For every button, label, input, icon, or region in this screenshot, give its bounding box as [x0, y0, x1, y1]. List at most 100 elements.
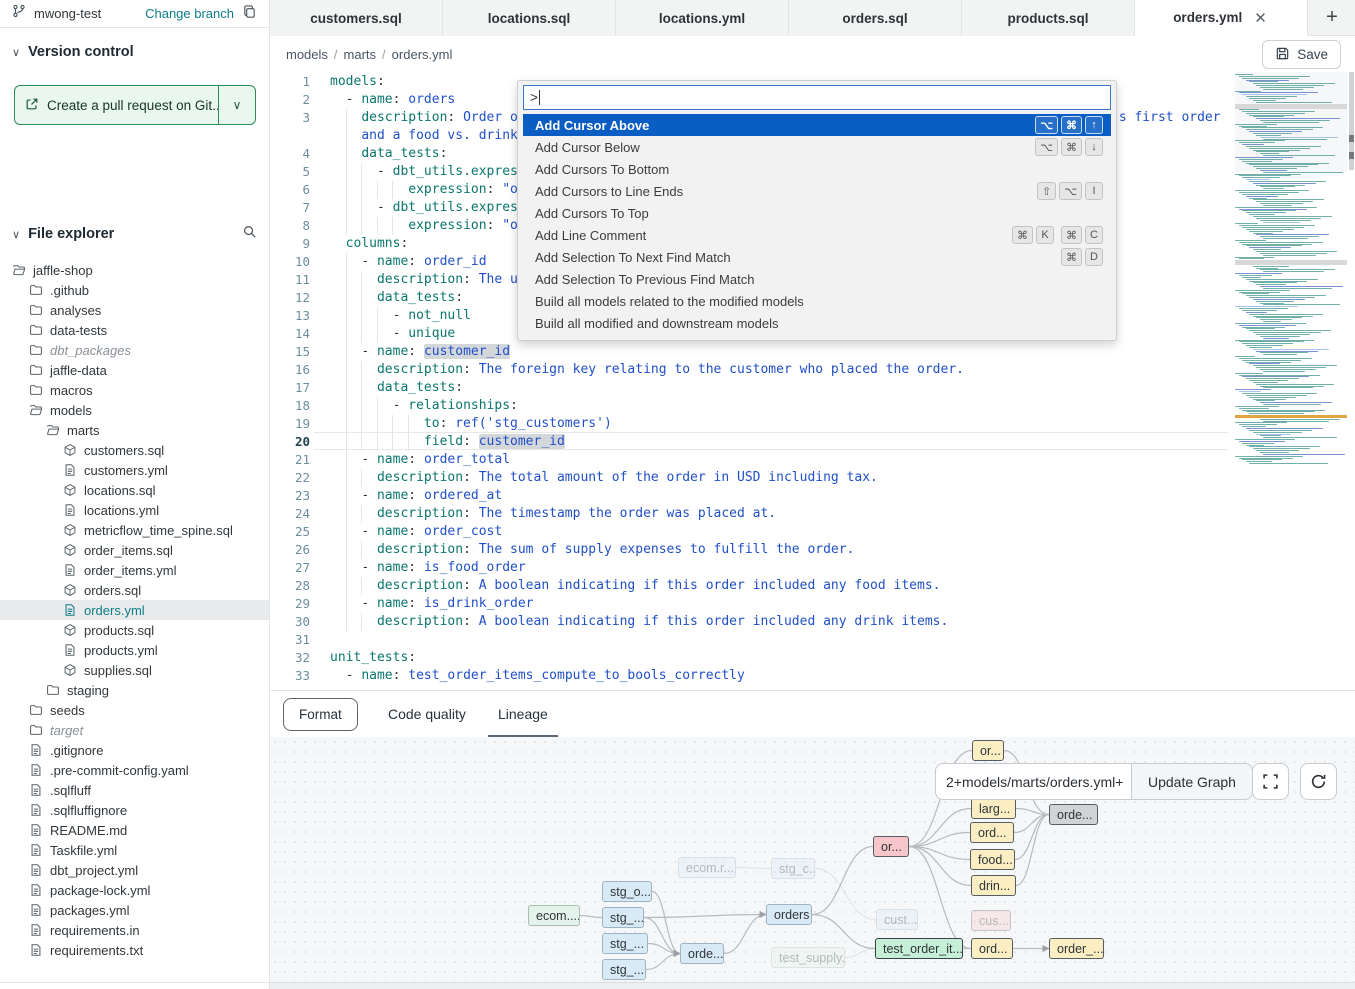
version-control-header[interactable]: ∨ Version control	[0, 40, 269, 64]
refresh-button[interactable]	[1300, 763, 1337, 800]
lineage-node-orders[interactable]: orders	[766, 904, 812, 925]
tree-item-locations-yml[interactable]: locations.yml	[0, 500, 269, 520]
tab-products-sql[interactable]: products.sql	[962, 0, 1135, 36]
tree-item-dbt-packages[interactable]: dbt_packages	[0, 340, 269, 360]
file-explorer-header[interactable]: ∨ File explorer	[0, 222, 269, 246]
palette-item-build-all-modified-and-downstream-models[interactable]: Build all modified and downstream models	[523, 312, 1111, 334]
tree-item--github[interactable]: .github	[0, 280, 269, 300]
tab-orders-sql[interactable]: orders.sql	[789, 0, 962, 36]
lineage-node-stg_3[interactable]: stg_...	[602, 933, 648, 954]
tree-item-target[interactable]: target	[0, 720, 269, 740]
tab-locations-yml[interactable]: locations.yml	[616, 0, 789, 36]
tree-item-seeds[interactable]: seeds	[0, 700, 269, 720]
tree-item-package-lock-yml[interactable]: package-lock.yml	[0, 880, 269, 900]
tree-item-label: order_items.yml	[84, 563, 176, 578]
minimap-line	[1260, 236, 1319, 237]
tree-item-jaffle-shop[interactable]: jaffle-shop	[0, 260, 269, 280]
minimap-separator	[1235, 104, 1347, 109]
palette-item-add-cursor-above[interactable]: Add Cursor Above⌥⌘↑	[523, 114, 1111, 136]
minimap[interactable]	[1235, 74, 1347, 474]
lineage-node-or_pink[interactable]: or...	[873, 836, 909, 857]
tree-item-staging[interactable]: staging	[0, 680, 269, 700]
palette-item-add-cursors-to-top[interactable]: Add Cursors To Top	[523, 202, 1111, 224]
tree-item-requirements-txt[interactable]: requirements.txt	[0, 940, 269, 960]
tree-item--pre-commit-config-yaml[interactable]: .pre-commit-config.yaml	[0, 760, 269, 780]
copy-branch-icon[interactable]	[242, 4, 257, 24]
tree-item-orders-yml[interactable]: orders.yml	[0, 600, 269, 620]
tab-lineage[interactable]: Lineage	[498, 691, 548, 737]
palette-item-add-selection-to-next-find-match[interactable]: Add Selection To Next Find Match⌘D	[523, 246, 1111, 268]
tree-item-order-items-yml[interactable]: order_items.yml	[0, 560, 269, 580]
lineage-node-or_top[interactable]: or...	[972, 740, 1004, 761]
create-pull-request-button[interactable]: Create a pull request on Git... ∨	[14, 85, 256, 125]
change-branch-link[interactable]: Change branch	[145, 6, 234, 21]
tree-item-orders-sql[interactable]: orders.sql	[0, 580, 269, 600]
tree-item-data-tests[interactable]: data-tests	[0, 320, 269, 340]
tree-item-models[interactable]: models	[0, 400, 269, 420]
lineage-node-stg_4[interactable]: stg_...	[602, 959, 646, 980]
tree-item--sqlfluff[interactable]: .sqlfluff	[0, 780, 269, 800]
folder-open-icon	[29, 403, 43, 417]
close-tab-icon[interactable]: ✕	[1252, 9, 1269, 27]
update-graph-button[interactable]: Update Graph	[1131, 763, 1253, 800]
lineage-node-larg[interactable]: larg...	[971, 798, 1016, 819]
palette-item-add-cursor-below[interactable]: Add Cursor Below⌥⌘↓	[523, 136, 1111, 158]
tree-item-readme-md[interactable]: README.md	[0, 820, 269, 840]
command-palette-input[interactable]: >	[523, 85, 1111, 110]
new-tab-button[interactable]: +	[1309, 0, 1355, 35]
tree-item--sqlfluffignore[interactable]: .sqlfluffignore	[0, 800, 269, 820]
tree-item-customers-sql[interactable]: customers.sql	[0, 440, 269, 460]
tree-item-packages-yml[interactable]: packages.yml	[0, 900, 269, 920]
lineage-node-test_o[interactable]: test_order_it...	[875, 938, 963, 959]
tree-item-requirements-in[interactable]: requirements.in	[0, 920, 269, 940]
lineage-node-order3[interactable]: order_...	[1049, 938, 1104, 959]
format-button[interactable]: Format	[283, 698, 358, 731]
lineage-node-ord1[interactable]: ord...	[970, 822, 1014, 843]
tree-item-dbt-project-yml[interactable]: dbt_project.yml	[0, 860, 269, 880]
tree-item-taskfile-yml[interactable]: Taskfile.yml	[0, 840, 269, 860]
search-files-icon[interactable]	[242, 224, 257, 244]
pr-dropdown-chevron[interactable]: ∨	[219, 86, 255, 124]
tree-item-jaffle-data[interactable]: jaffle-data	[0, 360, 269, 380]
tree-item-analyses[interactable]: analyses	[0, 300, 269, 320]
fullscreen-button[interactable]	[1252, 763, 1289, 800]
tree-item-products-sql[interactable]: products.sql	[0, 620, 269, 640]
file-icon	[29, 843, 43, 857]
editor-scrollbar[interactable]	[1348, 72, 1355, 690]
palette-item-add-line-comment[interactable]: Add Line Comment⌘K⌘C	[523, 224, 1111, 246]
lineage-node-stg_2[interactable]: stg_...	[602, 907, 644, 928]
palette-item-build-all-models-related-to-the-modified-models[interactable]: Build all models related to the modified…	[523, 290, 1111, 312]
breadcrumb-item[interactable]: marts	[344, 47, 377, 62]
tree-item-metricflow-time-spine-sql[interactable]: metricflow_time_spine.sql	[0, 520, 269, 540]
lineage-node-ord2[interactable]: ord...	[971, 938, 1013, 959]
minimap-line	[1256, 102, 1332, 103]
lineage-node-orde_l[interactable]: orde...	[680, 943, 724, 964]
tree-item-products-yml[interactable]: products.yml	[0, 640, 269, 660]
breadcrumb-item[interactable]: orders.yml	[392, 47, 453, 62]
code-editor[interactable]: 1models:2 - name: orders3 description: O…	[270, 72, 1355, 690]
lineage-node-orde_g[interactable]: orde...	[1049, 804, 1098, 825]
save-button[interactable]: Save	[1262, 40, 1341, 69]
tree-item-macros[interactable]: macros	[0, 380, 269, 400]
tree-item-customers-yml[interactable]: customers.yml	[0, 460, 269, 480]
lineage-node-ecom1[interactable]: ecom....	[528, 905, 580, 926]
tree-item-locations-sql[interactable]: locations.sql	[0, 480, 269, 500]
tab-code-quality[interactable]: Code quality	[388, 691, 466, 737]
lineage-node-food[interactable]: food...	[970, 849, 1015, 870]
palette-item-add-selection-to-previous-find-match[interactable]: Add Selection To Previous Find Match	[523, 268, 1111, 290]
palette-item-add-cursors-to-bottom[interactable]: Add Cursors To Bottom	[523, 158, 1111, 180]
tree-item--gitignore[interactable]: .gitignore	[0, 740, 269, 760]
tree-item-marts[interactable]: marts	[0, 420, 269, 440]
lineage-node-stg_o[interactable]: stg_o...	[602, 881, 652, 902]
tab-locations-sql[interactable]: locations.sql	[443, 0, 616, 36]
tab-customers-sql[interactable]: customers.sql	[270, 0, 443, 36]
breadcrumb-item[interactable]: models	[286, 47, 328, 62]
tree-item-supplies-sql[interactable]: supplies.sql	[0, 660, 269, 680]
lineage-node-drin[interactable]: drin...	[971, 875, 1016, 896]
tab-orders-yml[interactable]: orders.yml✕	[1135, 0, 1308, 36]
tree-item-order-items-sql[interactable]: order_items.sql	[0, 540, 269, 560]
palette-item-add-cursors-to-line-ends[interactable]: Add Cursors to Line Ends⇧⌥I	[523, 180, 1111, 202]
lineage-selector-input[interactable]: 2+models/marts/orders.yml+	[935, 763, 1131, 800]
lineage-panel[interactable]: ecom....stg_o...stg_...stg_...stg_...ord…	[270, 737, 1355, 982]
horizontal-scrollbar-strip[interactable]	[270, 982, 1355, 989]
